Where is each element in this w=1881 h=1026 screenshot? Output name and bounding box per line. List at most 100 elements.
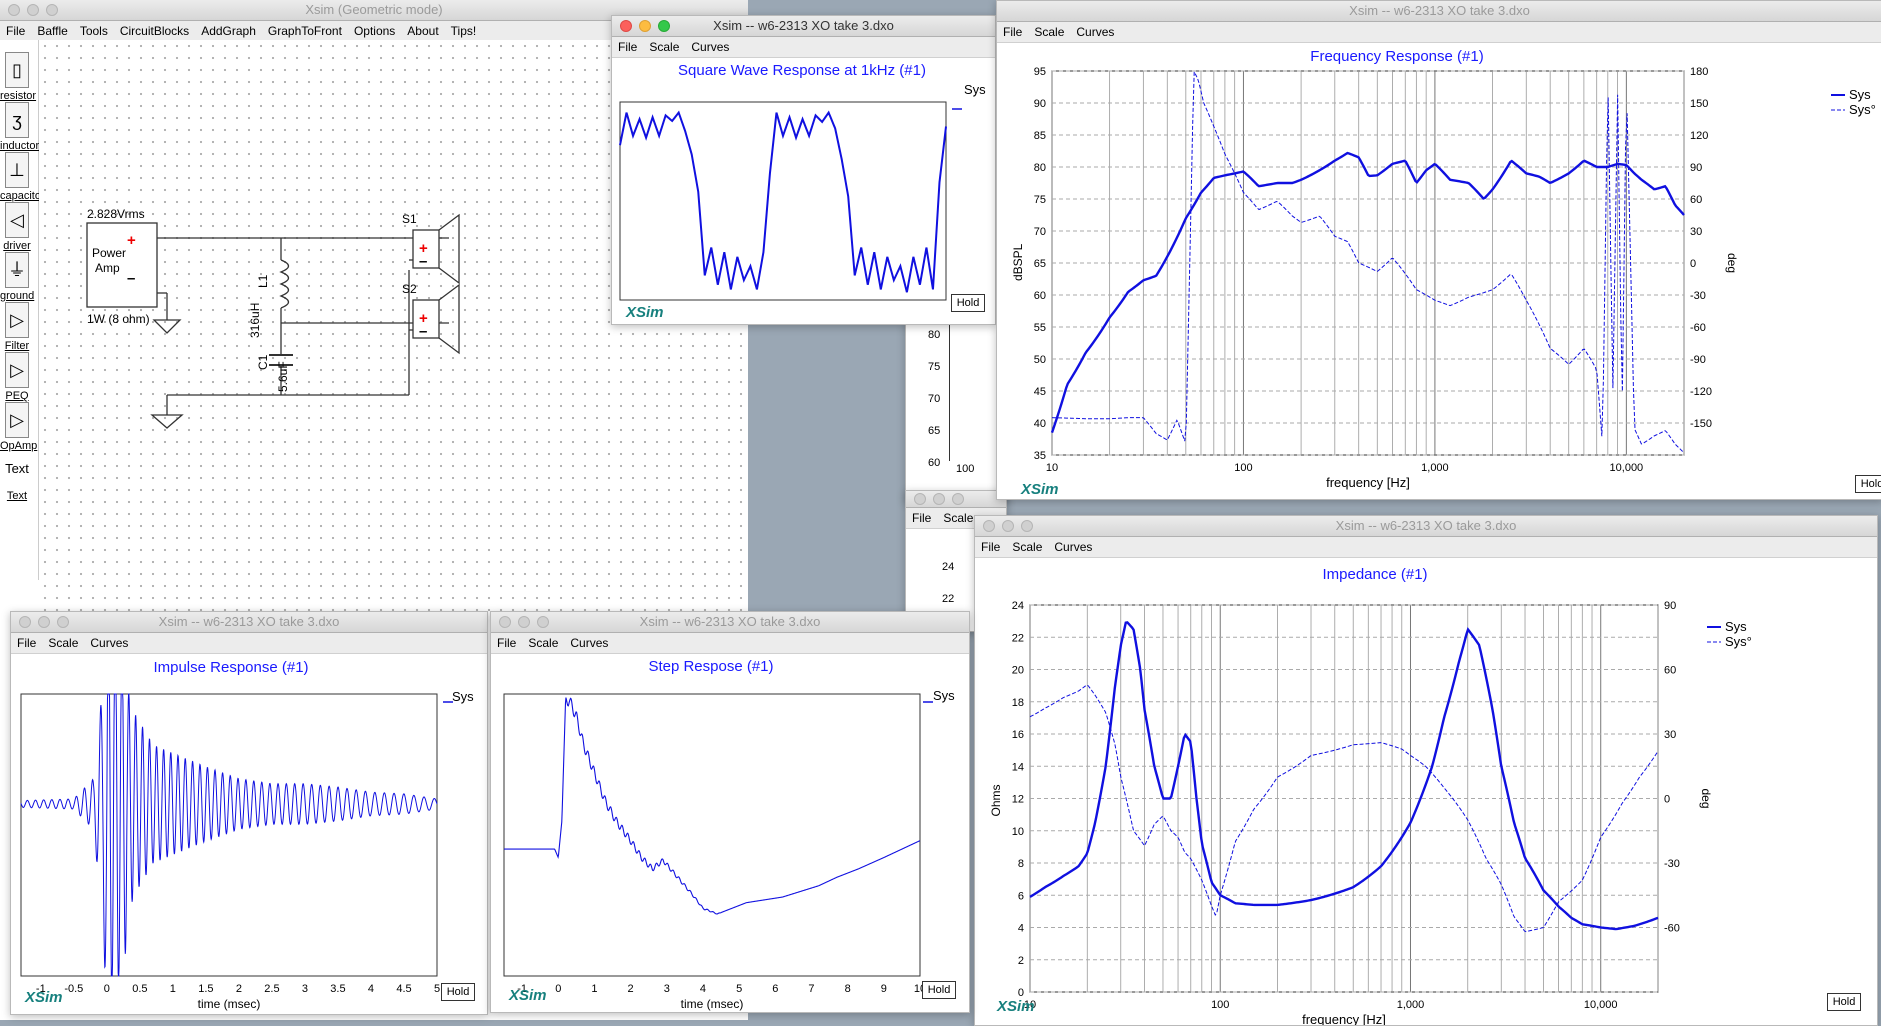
palette-label-capacitor[interactable]: capacitor (0, 190, 45, 202)
frequency-hold-button[interactable]: Hold (1855, 475, 1881, 493)
resistor-icon[interactable]: ▯ (5, 52, 29, 88)
inductor-icon[interactable]: ʒ (5, 102, 29, 138)
step-menu-file[interactable]: File (497, 636, 516, 650)
minimize-icon[interactable] (1002, 520, 1014, 532)
zoom-icon[interactable] (658, 20, 670, 32)
zoom-icon[interactable] (46, 4, 58, 16)
impulse-window[interactable]: Xsim -- w6-2313 XO take 3.dxo File Scale C… (10, 611, 488, 1015)
palette-label-peq[interactable]: PEQ (0, 390, 34, 402)
y2-tick-label: -30 (1664, 858, 1680, 870)
bg-y-tick: 70 (928, 393, 941, 405)
component-palette: ▯ resistor ʒ inductor ⊥ capacitor ◁ driver ⏚ grou… (0, 40, 45, 580)
impulse-hold-button[interactable]: Hold (441, 983, 475, 1001)
impedance-hold-button[interactable]: Hold (1827, 993, 1861, 1011)
bg-menu-scale[interactable]: Scale (943, 511, 973, 525)
bg-y-tick: 60 (928, 457, 941, 469)
close-icon[interactable] (499, 616, 511, 628)
main-menu-options[interactable]: Options (354, 24, 395, 38)
step-chart: -1 0 1 2 3 4 5 6 7 8 9 10time (msec) (503, 693, 933, 1011)
y-tick-label: 10 (1012, 826, 1024, 838)
close-icon[interactable] (8, 4, 20, 16)
driver-icon[interactable]: ◁ (5, 202, 29, 238)
palette-label-inductor[interactable]: inductor (0, 140, 39, 152)
main-menu-file[interactable]: File (6, 24, 25, 38)
close-icon[interactable] (19, 616, 31, 628)
palette-label-filter[interactable]: Filter (0, 340, 34, 352)
y2-tick-label: 150 (1690, 98, 1708, 110)
frequency-titlebar[interactable]: Xsim -- w6-2313 XO take 3.dxo (997, 1, 1881, 22)
main-menu-graphtofront[interactable]: GraphToFront (268, 24, 342, 38)
y-tick-label: 70 (1034, 226, 1046, 238)
filter-icon[interactable]: ▷ (5, 302, 29, 338)
palette-label-ground[interactable]: ground (0, 290, 34, 302)
impedance-menu-file[interactable]: File (981, 540, 1000, 554)
opamp-icon[interactable]: ▷ (5, 402, 29, 438)
impulse-menu-scale[interactable]: Scale (48, 636, 78, 650)
y-tick-label: 12 (1012, 794, 1024, 806)
square-menu-file[interactable]: File (618, 40, 637, 54)
x-tick-label: 0 (555, 983, 561, 995)
square-titlebar[interactable]: Xsim -- w6-2313 XO take 3.dxo (612, 16, 995, 37)
minimize-icon[interactable] (639, 20, 651, 32)
step-menu-curves[interactable]: Curves (570, 636, 608, 650)
impulse-chart: -1 -0.5 0 0.5 1 1.5 2 2.5 3 3.5 4 4.5 5time (msec) (20, 693, 453, 1011)
close-icon[interactable] (620, 20, 632, 32)
square-hold-button[interactable]: Hold (951, 294, 985, 312)
impulse-brand: XSim (25, 989, 63, 1006)
y-tick-label: 35 (1034, 450, 1046, 462)
impedance-window[interactable]: Xsim -- w6-2313 XO take 3.dxo File Scale C… (974, 515, 1878, 1026)
bg-menu-file[interactable]: File (912, 511, 931, 525)
x-tick-label: 3.5 (330, 983, 345, 995)
y2-tick-label: -60 (1664, 923, 1680, 935)
main-menu-about[interactable]: About (407, 24, 438, 38)
y-tick-label: 75 (1034, 194, 1046, 206)
minimize-icon[interactable] (518, 616, 530, 628)
y2-tick-label: 120 (1690, 130, 1708, 142)
capacitor-icon[interactable]: ⊥ (5, 152, 29, 188)
square-menu-curves[interactable]: Curves (691, 40, 729, 54)
minimize-icon[interactable] (38, 616, 50, 628)
impedance-menu-scale[interactable]: Scale (1012, 540, 1042, 554)
peq-icon[interactable]: ▷ (5, 352, 29, 388)
main-menu-tips-[interactable]: Tips! (451, 24, 477, 38)
bg-y-axis (949, 321, 950, 461)
impulse-menu-curves[interactable]: Curves (90, 636, 128, 650)
minimize-icon[interactable] (27, 4, 39, 16)
zoom-icon[interactable] (1021, 520, 1033, 532)
square-menu-scale[interactable]: Scale (649, 40, 679, 54)
impedance-menubar: File Scale Curves (975, 537, 1877, 558)
main-menu-circuitblocks[interactable]: CircuitBlocks (120, 24, 189, 38)
step-titlebar[interactable]: Xsim -- w6-2313 XO take 3.dxo (491, 612, 969, 633)
step-menu-scale[interactable]: Scale (528, 636, 558, 650)
main-menu-addgraph[interactable]: AddGraph (201, 24, 256, 38)
step-hold-button[interactable]: Hold (922, 981, 956, 999)
square-wave-window[interactable]: Xsim -- w6-2313 XO take 3.dxo File Scale C… (611, 15, 996, 325)
impulse-menu-file[interactable]: File (17, 636, 36, 650)
main-menu-tools[interactable]: Tools (80, 24, 108, 38)
y-tick-label: 22 (1012, 632, 1024, 644)
impedance-menu-curves[interactable]: Curves (1054, 540, 1092, 554)
text-icon[interactable]: Text (5, 452, 29, 488)
frequency-window[interactable]: Xsim -- w6-2313 XO take 3.dxo File Scale C… (996, 0, 1881, 500)
main-menu-baffle[interactable]: Baffle (37, 24, 67, 38)
legend-label: Sys (1849, 87, 1871, 102)
palette-label-resistor[interactable]: resistor (0, 90, 36, 102)
y-tick-label: 24 (1012, 600, 1024, 612)
impedance-chart: 024681012141618202224 9060300-30-6010 100 1… (989, 600, 1752, 1025)
step-window[interactable]: Xsim -- w6-2313 XO take 3.dxo File Scale C… (490, 611, 970, 1013)
zoom-icon[interactable] (537, 616, 549, 628)
close-icon[interactable] (983, 520, 995, 532)
x-tick-label: 9 (881, 983, 887, 995)
y2-tick-label: 90 (1664, 600, 1676, 612)
bg-y-tick: 80 (928, 329, 941, 341)
x-tick-label: 0 (104, 983, 110, 995)
palette-label-opamp[interactable]: OpAmp (0, 440, 37, 452)
palette-label-driver[interactable]: driver (0, 240, 34, 252)
impulse-titlebar[interactable]: Xsim -- w6-2313 XO take 3.dxo (11, 612, 487, 633)
zoom-icon[interactable] (57, 616, 69, 628)
palette-label-text[interactable]: Text (0, 490, 34, 502)
ground-icon[interactable]: ⏚ (5, 252, 29, 288)
source-voltage-label: 2.828Vrms (87, 207, 145, 221)
x-tick-label: 2.5 (264, 983, 279, 995)
impedance-titlebar[interactable]: Xsim -- w6-2313 XO take 3.dxo (975, 516, 1877, 537)
